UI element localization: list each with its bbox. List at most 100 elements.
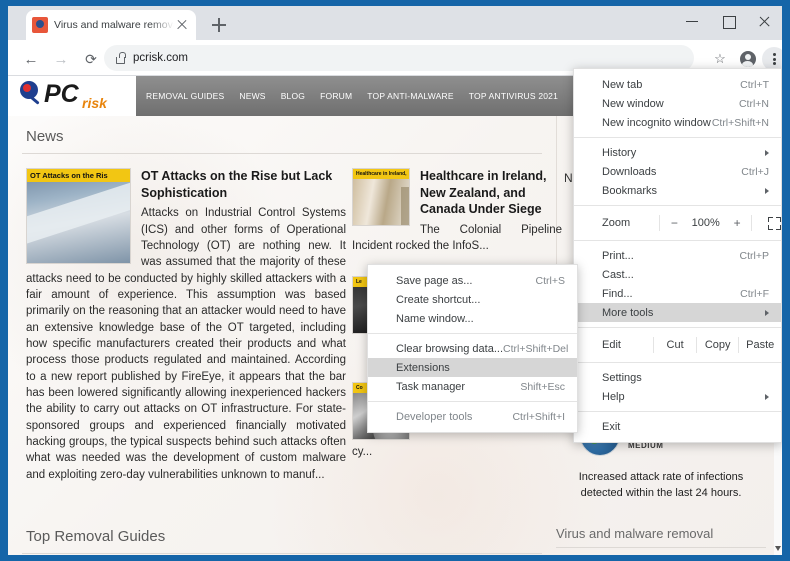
minimize-icon[interactable]: [674, 6, 710, 36]
browser-window: Virus and malware removal instr ← → ⟳ pc…: [0, 0, 790, 561]
copy-button[interactable]: Copy: [697, 339, 739, 351]
thumbnail-caption: OT Attacks on the Ris: [27, 169, 130, 182]
close-tab-icon[interactable]: [174, 17, 190, 33]
menu-separator: [574, 362, 781, 363]
menu-item-new-window[interactable]: New window Ctrl+N: [574, 94, 781, 113]
menu-label: History: [602, 147, 759, 159]
menu-item-find[interactable]: Find... Ctrl+F: [574, 284, 781, 303]
pcrisk-favicon: [32, 17, 48, 33]
main-column: News OT Attacks on the Ris OT Attacks on…: [22, 116, 552, 164]
nav-item-forum[interactable]: FORUM: [320, 91, 352, 101]
menu-item-print[interactable]: Print... Ctrl+P: [574, 246, 781, 265]
zoom-in-button[interactable]: +: [725, 216, 749, 230]
cut-button[interactable]: Cut: [654, 339, 696, 351]
menu-separator: [368, 401, 577, 402]
news-heading: News: [22, 116, 542, 154]
menu-zoom-row: Zoom − 100% +: [574, 211, 781, 235]
article-body-tail: cy...: [352, 440, 562, 460]
zoom-out-button[interactable]: −: [662, 216, 686, 230]
submenu-item-task-manager[interactable]: Task manager Shift+Esc: [368, 377, 577, 396]
browser-tab[interactable]: Virus and malware removal instr: [26, 10, 196, 40]
menu-item-new-tab[interactable]: New tab Ctrl+T: [574, 75, 781, 94]
menu-edit-row: Edit Cut Copy Paste: [574, 333, 781, 357]
removal-section-title: Virus and malware removal: [556, 526, 766, 548]
tab-title: Virus and malware removal instr: [54, 19, 174, 31]
menu-label: Help: [602, 391, 759, 403]
top-removal-heading: Top Removal Guides: [22, 516, 542, 554]
menu-item-bookmarks[interactable]: Bookmarks: [574, 181, 781, 200]
zoom-divider: [659, 215, 660, 231]
chevron-right-icon: [765, 188, 769, 194]
menu-item-settings[interactable]: Settings: [574, 368, 781, 387]
window-controls: [674, 6, 782, 36]
nav-item-blog[interactable]: BLOG: [281, 91, 305, 101]
article-body: The Colonial Pipeline Incident rocked th…: [352, 222, 562, 255]
nav-item-top-anti-malware[interactable]: TOP ANTI-MALWARE: [367, 91, 453, 101]
top-removal-guides-section: Top Removal Guides Deceptive Calendar Ev…: [22, 516, 552, 554]
menu-separator: [574, 327, 781, 328]
submenu-item-clear-browsing-data[interactable]: Clear browsing data... Ctrl+Shift+Del: [368, 339, 577, 358]
submenu-item-save-page-as[interactable]: Save page as... Ctrl+S: [368, 271, 577, 290]
menu-label: Name window...: [396, 313, 565, 325]
submenu-item-developer-tools[interactable]: Developer tools Ctrl+Shift+I: [368, 407, 577, 426]
menu-label: Cast...: [602, 269, 769, 281]
maximize-icon[interactable]: [710, 6, 746, 36]
edit-label: Edit: [602, 339, 653, 351]
zoom-label: Zoom: [602, 217, 657, 229]
tab-strip: Virus and malware removal instr: [8, 6, 782, 40]
menu-item-help[interactable]: Help: [574, 387, 781, 406]
menu-label: Task manager: [396, 381, 520, 393]
submenu-item-name-window[interactable]: Name window...: [368, 309, 577, 328]
menu-item-downloads[interactable]: Downloads Ctrl+J: [574, 162, 781, 181]
more-tools-submenu: Save page as... Ctrl+S Create shortcut..…: [367, 264, 578, 433]
fullscreen-icon[interactable]: [768, 217, 781, 230]
zoom-value: 100%: [686, 217, 725, 229]
site-logo[interactable]: PC risk: [8, 76, 136, 116]
menu-accel: Shift+Esc: [520, 381, 565, 393]
menu-label: New incognito window: [602, 117, 712, 129]
menu-label: New tab: [602, 79, 740, 91]
menu-accel: Ctrl+Shift+I: [512, 411, 565, 423]
menu-separator: [574, 137, 781, 138]
nav-item-news[interactable]: NEWS: [239, 91, 265, 101]
menu-label: Developer tools: [396, 411, 512, 423]
reload-icon[interactable]: ⟳: [78, 46, 104, 72]
menu-accel: Ctrl+S: [536, 275, 565, 287]
window-inner: Virus and malware removal instr ← → ⟳ pc…: [8, 6, 782, 555]
back-arrow-icon[interactable]: ←: [18, 46, 44, 72]
menu-label: Create shortcut...: [396, 294, 565, 306]
menu-item-new-incognito-window[interactable]: New incognito window Ctrl+Shift+N: [574, 113, 781, 132]
menu-item-exit[interactable]: Exit: [574, 417, 781, 436]
menu-accel: Ctrl+Shift+Del: [503, 343, 568, 355]
menu-label: Find...: [602, 288, 740, 300]
submenu-item-create-shortcut[interactable]: Create shortcut...: [368, 290, 577, 309]
article-card[interactable]: OT Attacks on the Ris OT Attacks on the …: [26, 168, 346, 483]
close-window-icon[interactable]: [746, 6, 782, 36]
url-text: pcrisk.com: [133, 52, 188, 64]
menu-label: Clear browsing data...: [396, 343, 503, 355]
nav-item-top-antivirus[interactable]: TOP ANTIVIRUS 2021: [469, 91, 558, 101]
menu-label: Save page as...: [396, 275, 536, 287]
nav-item-removal-guides[interactable]: REMOVAL GUIDES: [146, 91, 224, 101]
zoom-divider: [751, 215, 752, 231]
article-card[interactable]: Healthcare in Ireland, Healthcare in Ire…: [352, 168, 562, 255]
menu-accel: Ctrl+Shift+N: [712, 117, 769, 129]
menu-accel: Ctrl+J: [741, 166, 769, 178]
menu-accel: Ctrl+N: [739, 98, 769, 110]
new-tab-button[interactable]: [206, 13, 232, 37]
menu-accel: Ctrl+P: [740, 250, 769, 262]
paste-button[interactable]: Paste: [739, 339, 781, 351]
menu-item-history[interactable]: History: [574, 143, 781, 162]
scroll-down-arrow-icon[interactable]: [775, 546, 781, 551]
menu-label: Downloads: [602, 166, 741, 178]
menu-label: New window: [602, 98, 739, 110]
forward-arrow-icon[interactable]: →: [48, 46, 74, 72]
submenu-item-extensions[interactable]: Extensions: [368, 358, 577, 377]
menu-separator: [368, 333, 577, 334]
menu-item-cast[interactable]: Cast...: [574, 265, 781, 284]
menu-item-more-tools[interactable]: More tools: [574, 303, 781, 322]
menu-label: Settings: [602, 372, 769, 384]
menu-label: More tools: [602, 307, 759, 319]
chevron-right-icon: [765, 150, 769, 156]
activity-note: Increased attack rate of infections dete…: [556, 470, 766, 502]
